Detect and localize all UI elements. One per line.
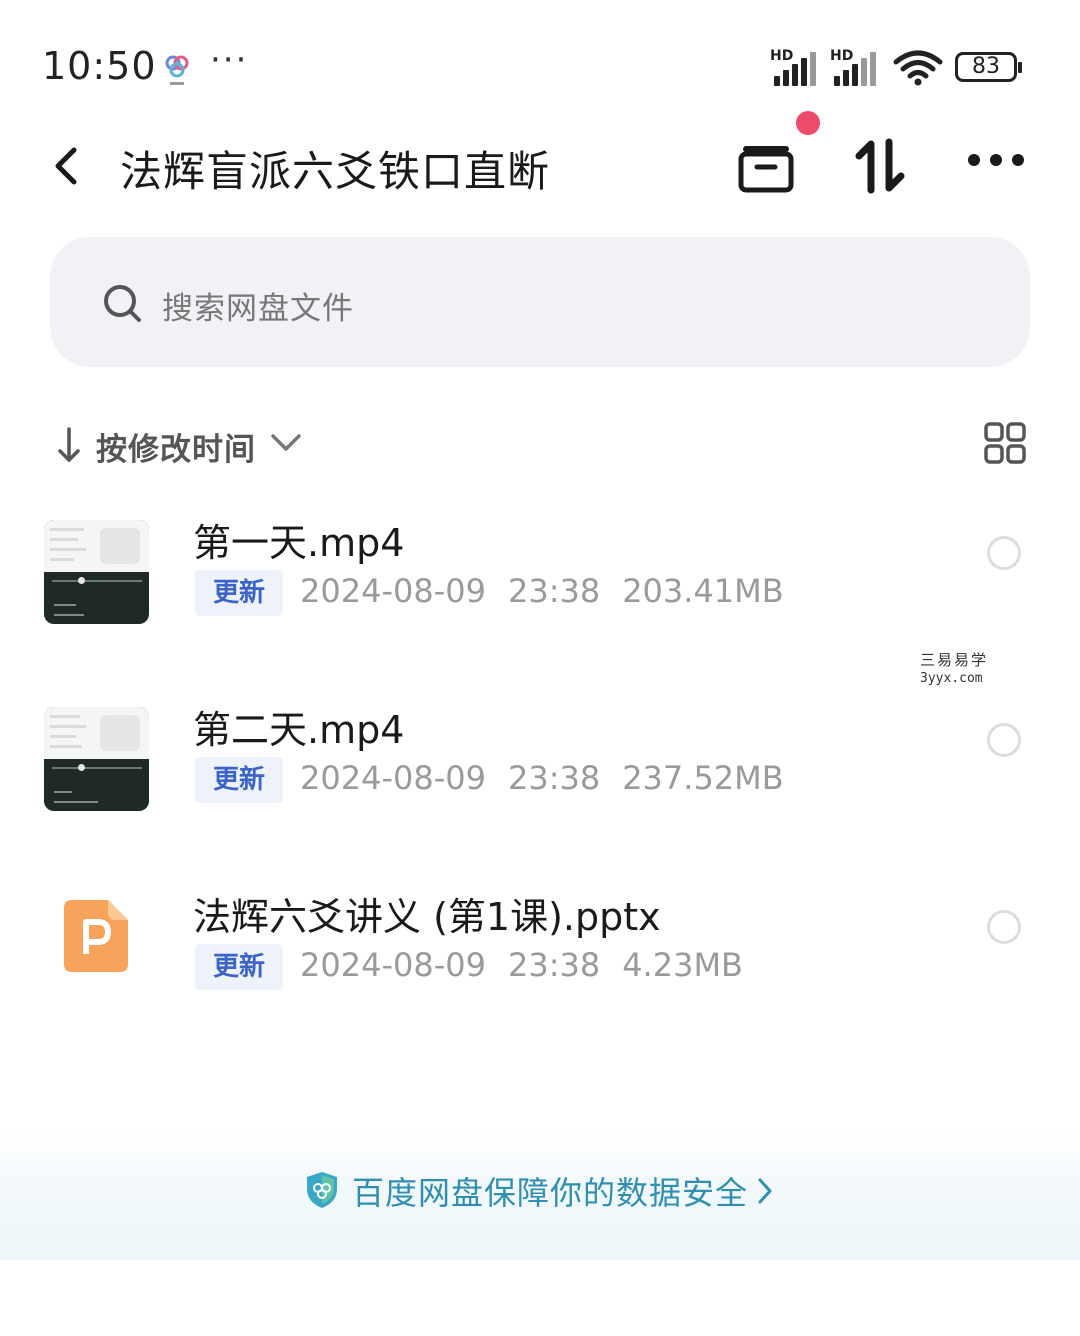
- search-input-placeholder[interactable]: 搜索网盘文件: [162, 283, 354, 328]
- file-meta: 2024-08-09 23:38 4.23MB: [300, 946, 765, 984]
- update-badge: 更新: [195, 570, 283, 616]
- file-name[interactable]: 第二天.mp4: [193, 699, 404, 754]
- top-header: 法辉盲派六爻铁口直断: [0, 111, 1080, 215]
- pptx-file-icon: [64, 900, 128, 972]
- select-checkbox[interactable]: [987, 910, 1021, 944]
- chevron-right-icon[interactable]: [756, 1176, 774, 1206]
- sort-down-arrow-icon[interactable]: [56, 426, 82, 464]
- signal-2-hd-label: HD: [830, 48, 854, 64]
- signal-1-icon: HD: [770, 48, 822, 86]
- chevron-down-icon[interactable]: [270, 430, 302, 456]
- page-title: 法辉盲派六爻铁口直断: [120, 147, 551, 196]
- select-checkbox[interactable]: [987, 536, 1021, 570]
- select-checkbox[interactable]: [987, 723, 1021, 757]
- update-badge: 更新: [195, 757, 283, 803]
- grid-view-icon[interactable]: [984, 422, 1026, 464]
- file-meta: 2024-08-09 23:38 237.52MB: [300, 759, 806, 797]
- status-time: 10:50: [42, 44, 157, 88]
- more-options-icon[interactable]: [968, 154, 1024, 168]
- search-bar[interactable]: 搜索网盘文件: [50, 237, 1030, 367]
- battery-indicator: 83: [955, 52, 1022, 82]
- security-text[interactable]: 百度网盘保障你的数据安全: [352, 1168, 748, 1214]
- video-thumbnail: [44, 707, 149, 811]
- file-date: 2024-08-09: [300, 946, 486, 984]
- back-arrow-icon[interactable]: [48, 142, 88, 190]
- file-size: 203.41MB: [622, 572, 784, 610]
- file-row[interactable]: 法辉六爻讲义 (第1课).pptx 更新 2024-08-09 23:38 4.23…: [0, 874, 1080, 1024]
- signal-2-icon: HD: [830, 48, 882, 86]
- file-meta: 2024-08-09 23:38 203.41MB: [300, 572, 806, 610]
- file-size: 237.52MB: [622, 759, 784, 797]
- security-footer: 百度网盘保障你的数据安全: [0, 1130, 1080, 1260]
- file-date: 2024-08-09: [300, 759, 486, 797]
- file-name[interactable]: 第一天.mp4: [193, 512, 404, 567]
- site-watermark: 三易易学 3yyx.com: [822, 645, 997, 693]
- file-date: 2024-08-09: [300, 572, 486, 610]
- status-more-icon: ···: [210, 40, 249, 80]
- file-time: 23:38: [507, 759, 601, 797]
- notification-dot: [796, 111, 820, 135]
- file-row[interactable]: 第二天.mp4 更新 2024-08-09 23:38 237.52MB: [0, 687, 1080, 837]
- transfer-icon[interactable]: [855, 138, 907, 194]
- watermark-line-1: 三易易学: [920, 651, 989, 669]
- file-row[interactable]: 第一天.mp4 更新 2024-08-09 23:38 203.41MB: [0, 500, 1080, 650]
- file-name[interactable]: 法辉六爻讲义 (第1课).pptx: [193, 886, 661, 941]
- shield-icon: [307, 1172, 337, 1208]
- update-badge: 更新: [195, 944, 283, 990]
- watermark-line-2: 3yyx.com: [920, 671, 983, 686]
- signal-1-hd-label: HD: [770, 48, 794, 64]
- file-time: 23:38: [507, 572, 601, 610]
- video-thumbnail: [44, 520, 149, 624]
- status-bar: 10:50 ··· HD HD 83: [0, 0, 1080, 130]
- sort-option-label[interactable]: 按修改时间: [96, 424, 256, 469]
- search-icon: [104, 285, 141, 322]
- sort-bar: 按修改时间: [0, 420, 1080, 470]
- wifi-icon: [893, 50, 943, 86]
- baidu-netdisk-status-icon: [165, 55, 189, 85]
- file-time: 23:38: [507, 946, 601, 984]
- file-size: 4.23MB: [622, 946, 743, 984]
- archive-tray-icon[interactable]: [735, 140, 797, 194]
